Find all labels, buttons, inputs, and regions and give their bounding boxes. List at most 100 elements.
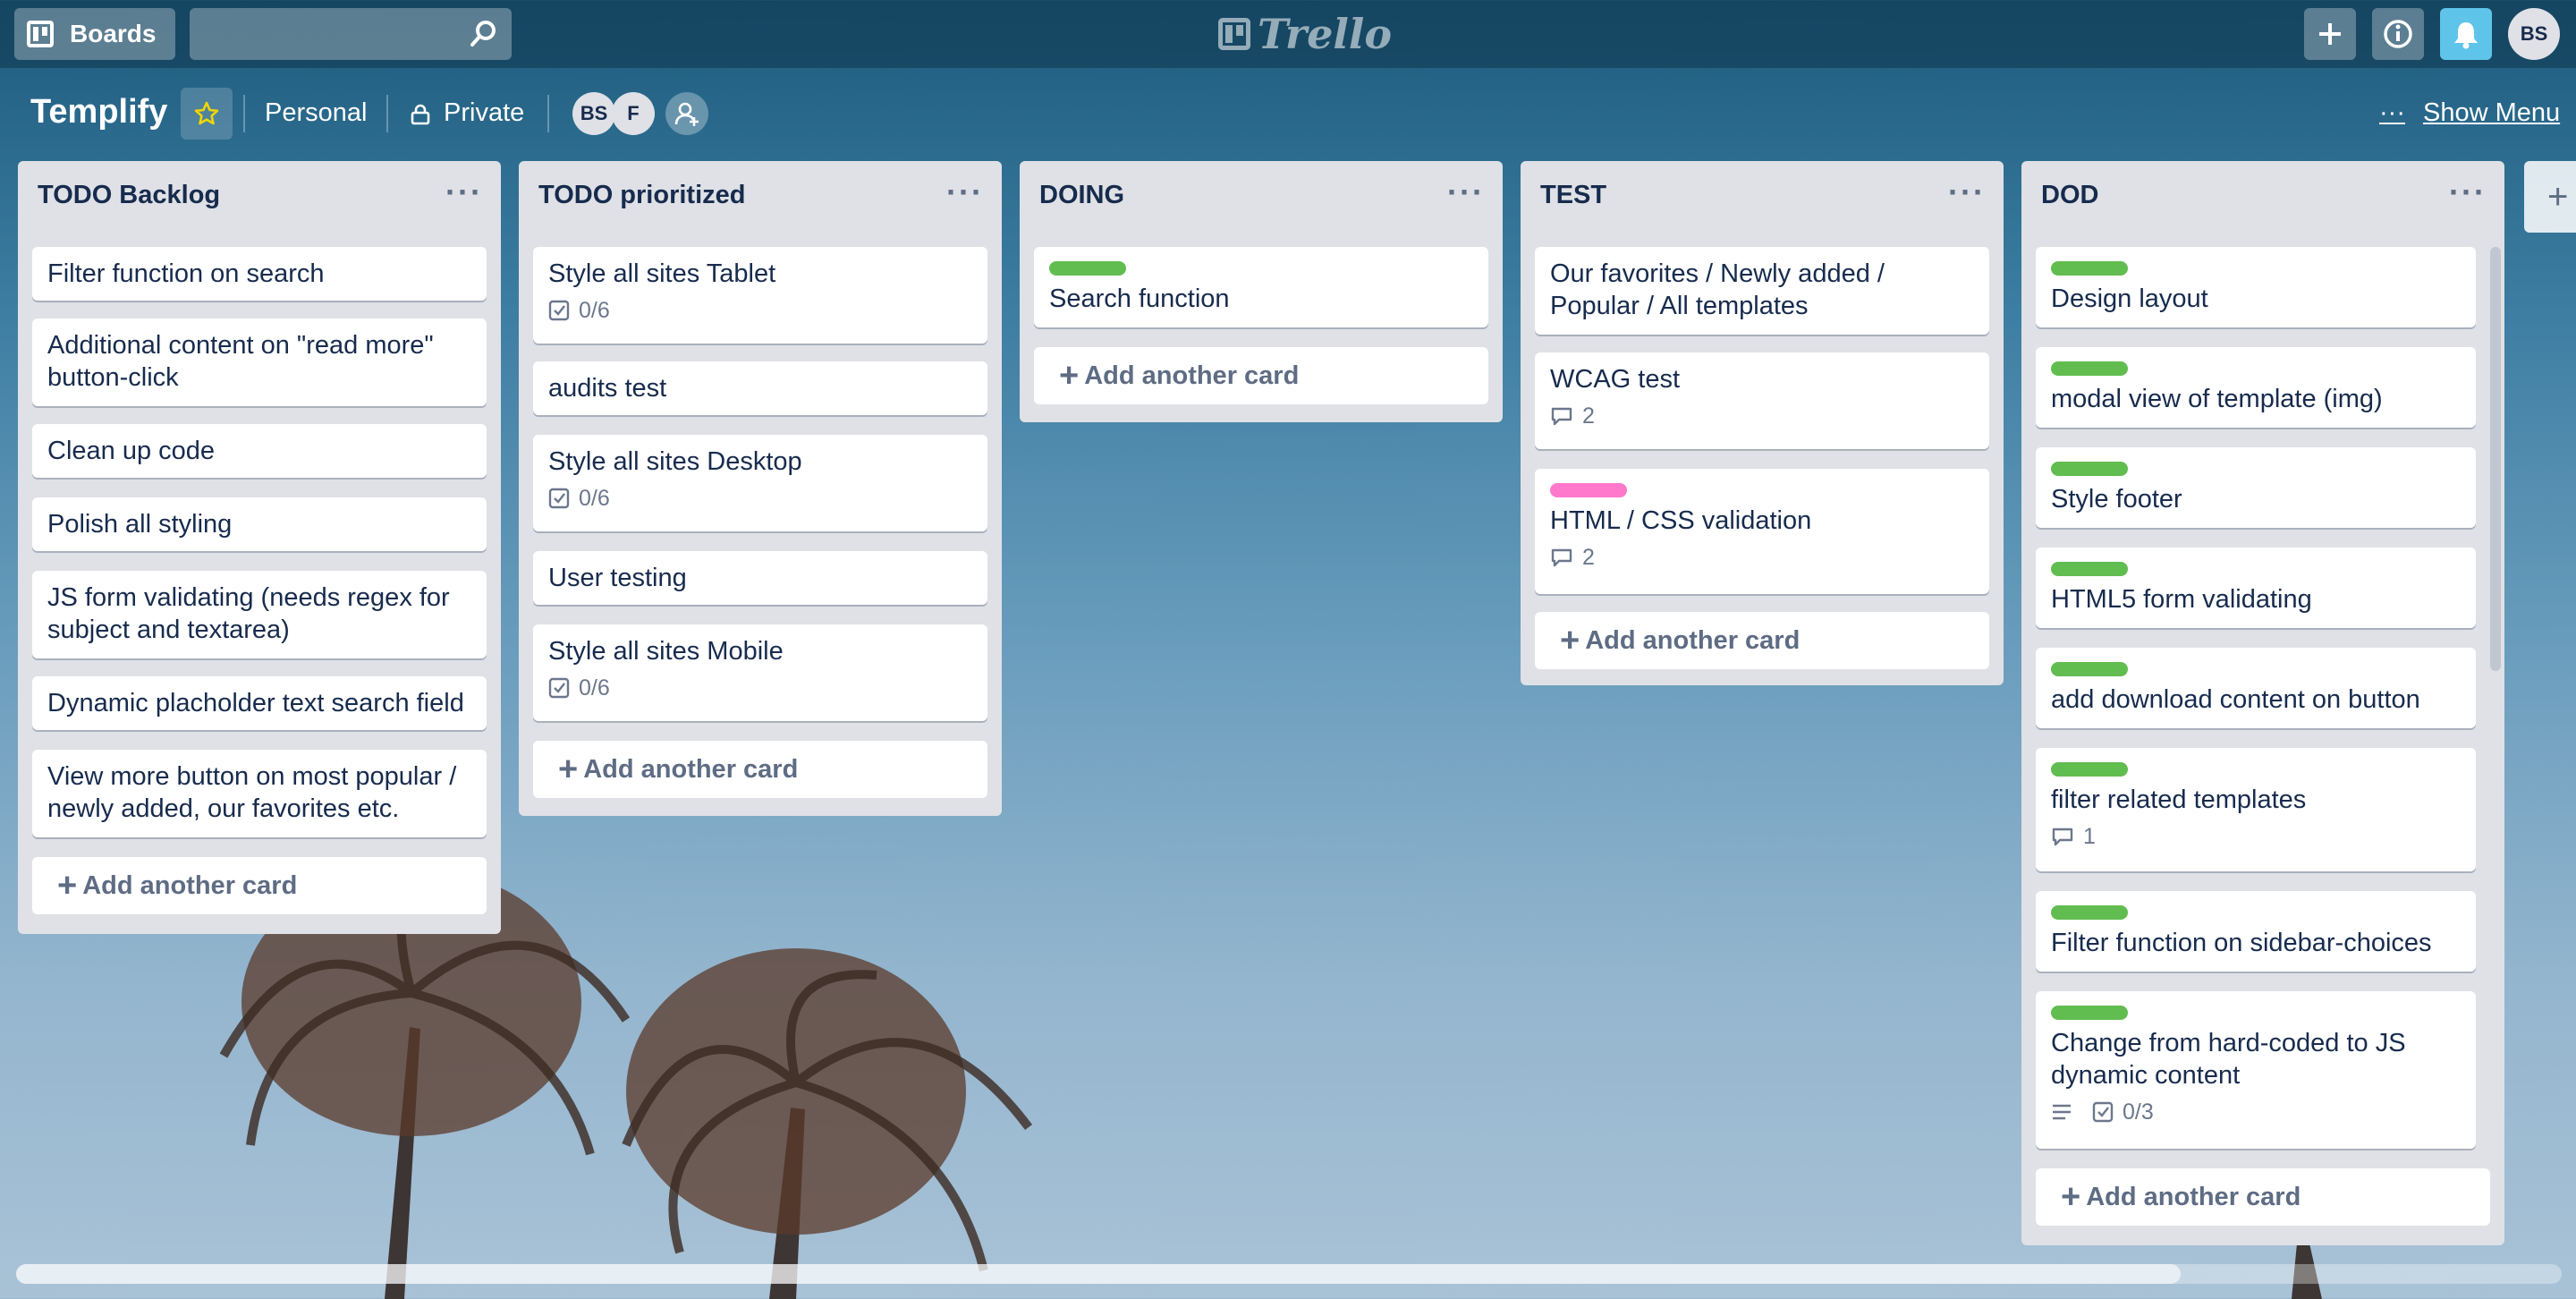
checklist-icon	[548, 300, 570, 321]
card[interactable]: Style footer	[2036, 447, 2476, 528]
member-avatar[interactable]: BS	[572, 92, 615, 135]
add-card-button[interactable]: + Add another card	[1034, 347, 1488, 404]
board-horizontal-scrollbar[interactable]	[16, 1264, 2562, 1284]
info-button[interactable]	[2372, 8, 2424, 60]
scrollbar-thumb[interactable]	[16, 1264, 2181, 1284]
list-menu-icon[interactable]: ···	[1948, 174, 1986, 211]
add-card-button[interactable]: + Add another card	[2036, 1168, 2490, 1226]
card[interactable]: View more button on most popular / newly…	[32, 750, 487, 837]
card[interactable]: HTML5 form validating	[2036, 548, 2476, 628]
list-menu-icon[interactable]: ···	[2449, 174, 2487, 211]
card-title: Design layout	[2051, 284, 2208, 313]
list-menu-icon[interactable]: ···	[1447, 174, 1485, 211]
card-label-green	[2051, 662, 2128, 676]
boards-label: Boards	[70, 20, 157, 47]
card[interactable]: Style all sites Mobile 0/6	[533, 624, 987, 721]
visibility-button[interactable]: Private	[444, 98, 524, 128]
card-badges: 0/6	[548, 295, 972, 326]
list-title[interactable]: TODO prioritized	[538, 181, 745, 210]
invite-member-button[interactable]	[665, 92, 708, 135]
list-title[interactable]: TEST	[1540, 181, 1606, 210]
list-scrollbar[interactable]	[2490, 247, 2501, 671]
card-title: User testing	[548, 564, 687, 592]
add-card-label: Add another card	[2086, 1182, 2301, 1211]
list-test: TEST ··· Our favorites / Newly added / P…	[1521, 161, 2004, 685]
card[interactable]: Design layout	[2036, 247, 2476, 327]
checklist-badge: 0/6	[548, 482, 610, 514]
add-list-button[interactable]: +	[2524, 161, 2576, 233]
card[interactable]: filter related templates 1	[2036, 748, 2476, 871]
add-card-button[interactable]: + Add another card	[533, 741, 987, 798]
bell-icon	[2454, 22, 2478, 49]
card-badges: 1	[2051, 821, 2461, 852]
notifications-button[interactable]	[2440, 8, 2492, 60]
card[interactable]: Filter function on sidebar-choices	[2036, 891, 2476, 972]
add-card-button[interactable]: + Add another card	[32, 857, 487, 914]
card-title: audits test	[548, 374, 667, 403]
card-label-green	[2051, 462, 2128, 476]
member-avatar[interactable]: F	[612, 92, 655, 135]
user-avatar[interactable]: BS	[2508, 8, 2560, 60]
plus-icon: +	[2061, 1177, 2081, 1216]
search-input[interactable]	[190, 8, 512, 60]
list-title[interactable]: DOD	[2041, 181, 2098, 210]
list-title[interactable]: TODO Backlog	[38, 181, 220, 210]
description-badge	[2051, 1102, 2072, 1122]
comment-count: 2	[1582, 403, 1595, 429]
list-menu-icon[interactable]: ···	[946, 174, 984, 211]
card[interactable]: Dynamic placholder text search field	[32, 676, 487, 730]
team-button[interactable]: Personal	[265, 98, 367, 128]
card[interactable]: WCAG test 2	[1535, 352, 1989, 449]
star-button[interactable]	[181, 88, 233, 140]
list-title[interactable]: DOING	[1039, 181, 1124, 210]
checklist-count: 0/6	[579, 486, 610, 511]
add-card-label: Add another card	[1585, 625, 1801, 655]
card-badges: 0/6	[548, 483, 972, 514]
card-title: HTML5 form validating	[2051, 585, 2312, 614]
card-title: Style footer	[2051, 485, 2182, 514]
list-todo-backlog: TODO Backlog ··· Filter function on sear…	[18, 161, 501, 934]
list-header: DOD ···	[2021, 161, 2504, 231]
card[interactable]: HTML / CSS validation 2	[1535, 469, 1989, 594]
description-icon	[2053, 1104, 2071, 1120]
card[interactable]: Our favorites / Newly added / Popular / …	[1535, 247, 1989, 335]
card[interactable]: Clean up code	[32, 424, 487, 478]
card[interactable]: modal view of template (img)	[2036, 347, 2476, 428]
card[interactable]: Polish all styling	[32, 497, 487, 551]
plus-icon: +	[558, 750, 579, 788]
comment-count: 1	[2083, 824, 2096, 849]
card-badges: 2	[1550, 401, 1974, 431]
add-member-icon	[674, 102, 699, 126]
add-card-button[interactable]: + Add another card	[1535, 612, 1989, 669]
add-card-label: Add another card	[82, 870, 298, 900]
card-title: Style all sites Mobile	[548, 637, 784, 666]
card-badges: 0/3	[2051, 1097, 2461, 1127]
checklist-count: 0/6	[579, 675, 610, 700]
boards-button[interactable]: Boards	[14, 8, 175, 60]
card-title: add download content on button	[2051, 685, 2420, 714]
add-card-label: Add another card	[583, 754, 799, 784]
card[interactable]: Style all sites Desktop 0/6	[533, 435, 987, 531]
show-menu-label: Show Menu	[2422, 98, 2561, 127]
card[interactable]: Search function	[1034, 247, 1488, 327]
card-label-green	[2051, 361, 2128, 376]
card[interactable]: JS form validating (needs regex for subj…	[32, 571, 487, 658]
comment-icon	[2052, 828, 2073, 846]
card[interactable]: User testing	[533, 551, 987, 605]
trello-logo[interactable]: Trello	[1218, 10, 1392, 58]
card[interactable]: audits test	[533, 361, 987, 415]
create-button[interactable]	[2304, 8, 2356, 60]
card[interactable]: Style all sites Tablet 0/6	[533, 247, 987, 344]
search-icon[interactable]	[469, 18, 499, 48]
show-menu-button[interactable]: ··· Show Menu	[2379, 98, 2560, 128]
list-header: TODO prioritized ···	[519, 161, 1002, 231]
list-header: TEST ···	[1521, 161, 2004, 231]
card[interactable]: add download content on button	[2036, 648, 2476, 728]
card-title: Style all sites Tablet	[548, 259, 776, 288]
card[interactable]: Additional content on "read more" button…	[32, 318, 487, 406]
board-title[interactable]: Templify	[30, 93, 167, 132]
card[interactable]: Filter function on search	[32, 247, 487, 301]
list-dod: DOD ··· Design layout modal view of temp…	[2021, 161, 2504, 1245]
card[interactable]: Change from hard-coded to JS dynamic con…	[2036, 991, 2476, 1149]
list-menu-icon[interactable]: ···	[445, 174, 483, 211]
